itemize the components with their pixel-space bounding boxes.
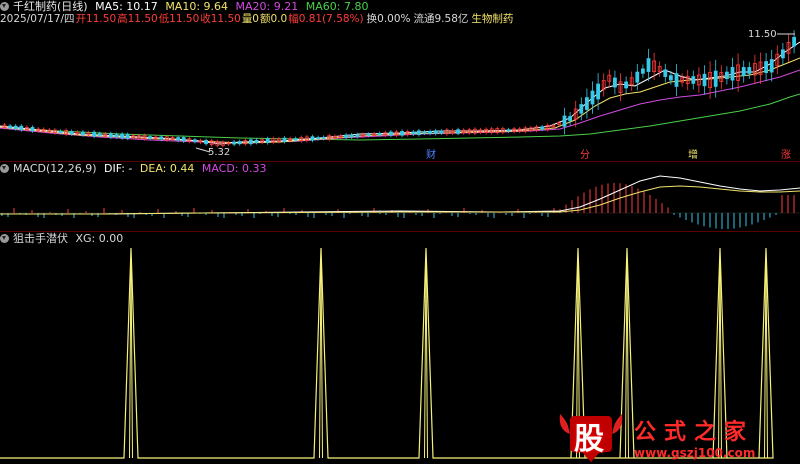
candle-body [646, 58, 651, 72]
candle-body [232, 141, 237, 145]
candle-body [366, 133, 371, 136]
candle-body [109, 133, 113, 138]
candle-body [663, 69, 668, 77]
watermark-url: www.gszj100.com [634, 446, 756, 460]
candle-body [13, 125, 18, 130]
ma5-line [0, 41, 800, 145]
candle-body [713, 70, 718, 87]
candle-body [456, 129, 461, 134]
candle-body [254, 139, 259, 143]
indicator-menu-icon[interactable] [0, 234, 9, 243]
candle-body [411, 131, 416, 135]
ma10-line [0, 57, 800, 144]
candle-body [181, 137, 186, 142]
macd-macd-value: MACD: 0.33 [201, 162, 267, 175]
high-price-label: 11.50 [748, 29, 777, 40]
candle-body [568, 116, 572, 122]
indicator-label: 狙击手潜伏 [13, 232, 68, 245]
candle-body [562, 115, 567, 127]
candle-body [114, 134, 119, 138]
candle-body [377, 133, 382, 136]
candle-body [641, 68, 645, 74]
candle-body [792, 36, 796, 47]
candle-body [702, 73, 707, 87]
macd-header: MACD(12,26,9) DIF: - DEA: 0.44 MACD: 0.3… [0, 162, 271, 176]
candle-body [439, 130, 444, 134]
candle-body [747, 67, 752, 74]
candlesticks [2, 30, 796, 148]
candle-body [248, 139, 253, 145]
candle-body [730, 67, 735, 81]
candle-body [69, 131, 74, 135]
candle-body [416, 130, 421, 135]
candle-body [579, 104, 584, 114]
watermark-logo-text: 股 [574, 422, 604, 457]
watermark: 股 公式之家 www.gszj100.com [556, 408, 800, 464]
event-marker-dividend[interactable]: 分 [580, 149, 590, 161]
candle-body [691, 76, 696, 84]
candle-body [293, 138, 298, 141]
candle-body [422, 131, 427, 134]
candle-body [506, 129, 511, 132]
watermark-title: 公式之家 [634, 420, 755, 445]
candle-body [8, 125, 13, 129]
candle-body [310, 136, 315, 141]
candle-body [400, 131, 405, 136]
candle-body [159, 136, 164, 140]
candle-body [176, 137, 181, 141]
candle-body [120, 133, 124, 139]
candle-body [349, 134, 354, 138]
candle-body [433, 130, 438, 134]
macd-dea-line [0, 185, 800, 215]
candle-body [237, 141, 242, 145]
candle-body [388, 131, 393, 136]
candle-body [585, 97, 589, 110]
candle-body [355, 134, 360, 137]
candle-body [321, 136, 326, 139]
candle-body [282, 137, 287, 142]
candle-body [741, 67, 746, 77]
candle-body [19, 125, 24, 131]
candle-body [92, 131, 96, 137]
candle-body [669, 75, 673, 81]
candle-body [204, 140, 209, 145]
candle-body [344, 134, 349, 138]
candle-body [764, 61, 768, 73]
candle-body [192, 139, 197, 142]
candle-body [725, 71, 729, 80]
indicator-xg-value: XG: 0.00 [75, 232, 124, 245]
macd-menu-icon[interactable] [0, 164, 9, 173]
candle-body [781, 49, 785, 59]
candle-body [624, 81, 628, 89]
macd-dea-value: DEA: 0.44 [139, 162, 195, 175]
candle-body [596, 83, 600, 100]
candle-body [428, 131, 433, 134]
event-marker-finance[interactable]: 财 [426, 148, 436, 161]
indicator-header: 狙击手潜伏 XG: 0.00 [0, 232, 127, 246]
candle-body [540, 126, 544, 130]
low-price-label: 5.32 [208, 147, 230, 158]
candle-body [265, 138, 270, 144]
macd-dif-value: DIF: - [104, 162, 133, 175]
candle-body [613, 77, 617, 88]
event-marker-limit-up[interactable]: 涨 [781, 149, 791, 161]
macd-dif-line [0, 175, 800, 215]
candle-body [635, 71, 640, 83]
candle-body [674, 73, 679, 87]
candle-body [97, 133, 102, 136]
macd-histogram [1, 183, 795, 229]
event-marker-increase[interactable]: 增 [688, 148, 698, 161]
candle-body [316, 137, 321, 140]
macd-label: MACD(12,26,9) [13, 162, 97, 175]
candle-body [81, 131, 85, 136]
candle-body [590, 90, 595, 105]
candle-body [125, 134, 130, 139]
candle-body [769, 59, 774, 73]
candle-body [30, 127, 35, 132]
candle-body [58, 130, 63, 133]
candle-body [148, 136, 153, 139]
